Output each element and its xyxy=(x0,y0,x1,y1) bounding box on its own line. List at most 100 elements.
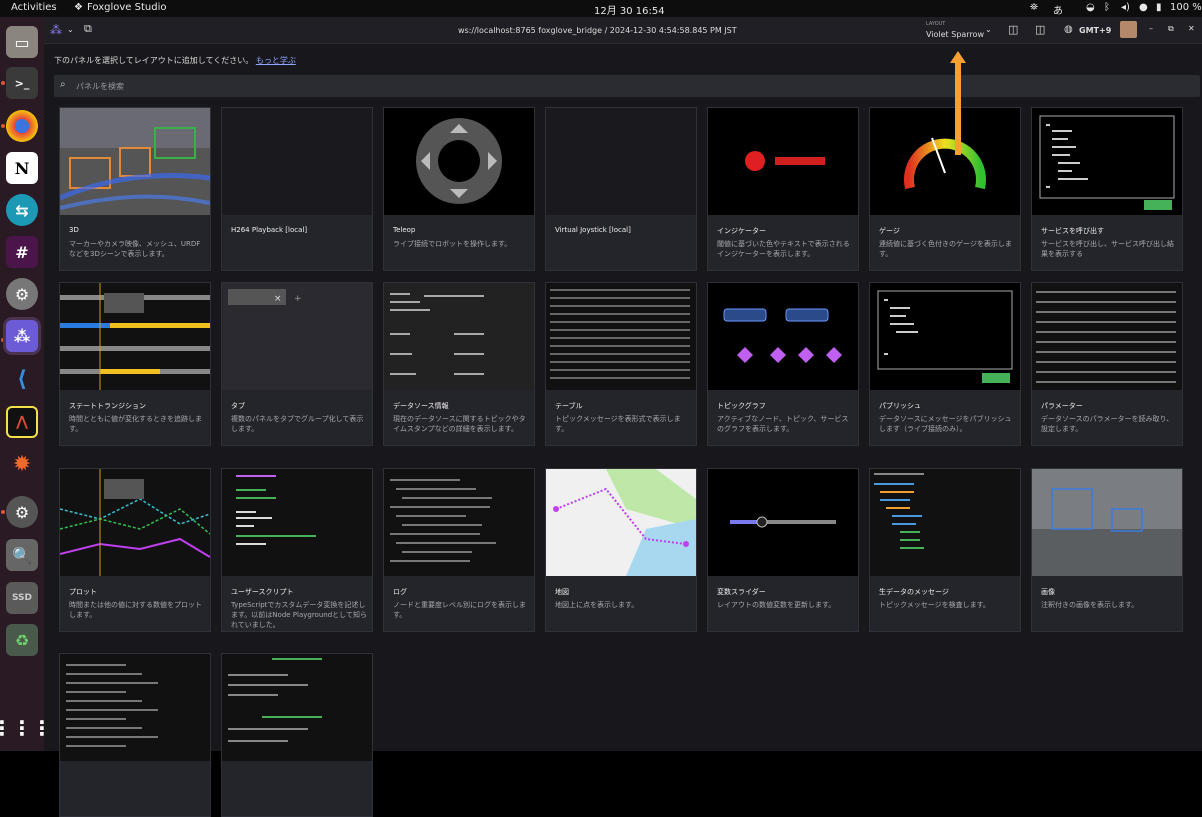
panel-card-teleop[interactable]: Teleop ライブ接続でロボットを操作します。 xyxy=(383,107,535,271)
panel-card-map[interactable]: 地図 地図上に点を表示します。 xyxy=(545,468,697,632)
panel-description: ノードと重要度レベル別にログを表示します。 xyxy=(393,601,526,619)
open-connection-icon[interactable]: ⧉ xyxy=(84,22,92,36)
panel-card-log[interactable]: ログ ノードと重要度レベル別にログを表示します。 xyxy=(383,468,535,632)
panel-title: Teleop xyxy=(393,226,416,234)
panel-description: アクティブなノード、トピック、サービスのグラフを表示します。 xyxy=(717,415,849,433)
panel-thumbnail: × + xyxy=(222,283,372,390)
volume-icon[interactable]: ◂) xyxy=(1121,2,1130,13)
bluetooth-icon[interactable]: ᛒ xyxy=(1104,2,1110,13)
panel-card-more2[interactable] xyxy=(221,653,373,817)
gear-app-icon[interactable]: ✹ xyxy=(6,448,38,480)
panel-thumbnail xyxy=(870,108,1020,215)
panel-title: ステートトランジション xyxy=(69,402,146,410)
panel-card-table[interactable]: テーブル トピックメッセージを表形式で表示します。 xyxy=(545,282,697,446)
panel-title: インジケーター xyxy=(717,227,766,235)
microphone-icon[interactable]: ● xyxy=(1139,2,1148,13)
foxglove-icon[interactable]: ⁂ xyxy=(6,320,38,352)
panel-thumbnail xyxy=(1032,108,1182,215)
panel-thumbnail xyxy=(222,469,372,576)
slack-icon[interactable]: # xyxy=(6,236,38,268)
panel-card-state[interactable]: ステートトランジション 時間とともに値が変化するときを追跡します。 xyxy=(59,282,211,446)
layout-chevron-down-icon[interactable]: ⌄ xyxy=(985,25,992,34)
show-apps-icon[interactable]: ⋮⋮⋮ xyxy=(0,712,52,744)
foxglove-logo-icon[interactable]: ⁂ xyxy=(50,23,62,37)
panel-card-image[interactable]: 画像 注釈付きの画像を表示します。 xyxy=(1031,468,1183,632)
restore-icon[interactable]: ⧉ xyxy=(1168,24,1174,34)
system-monitor-icon[interactable]: ⋀ xyxy=(6,406,38,438)
running-indicator xyxy=(1,338,5,342)
panel-title: 生データのメッセージ xyxy=(879,588,949,596)
panel-title: テーブル xyxy=(555,402,583,410)
panel-thumbnail xyxy=(60,469,210,576)
search-icon: ⌕ xyxy=(60,79,66,90)
panel-description: 連続値に基づく色付きのゲージを表示します。 xyxy=(879,240,1012,258)
panel-card-publish[interactable]: パブリッシュ データソースにメッセージをパブリッシュします（ライブ接続のみ）。 xyxy=(869,282,1021,446)
app-header: ⁂ ⌄ ⧉ ws://localhost:8765 foxglove_bridg… xyxy=(44,17,1202,44)
activities-button[interactable]: Activities xyxy=(11,2,57,13)
left-sidebar-toggle-icon[interactable]: ◫ xyxy=(1008,23,1018,36)
panel-card-joystick[interactable]: Virtual Joystick [local] xyxy=(545,107,697,271)
panel-description: 時間とともに値が変化するときを追跡します。 xyxy=(69,415,202,433)
panel-description: 現在のデータソースに関するトピックやタイムスタンプなどの詳細を表示します。 xyxy=(393,415,526,433)
wifi-icon[interactable]: ◒ xyxy=(1086,2,1095,13)
settings-wheel-icon[interactable]: ⚙ xyxy=(6,278,38,310)
chrome-icon[interactable] xyxy=(6,110,38,142)
panel-card-datasource[interactable]: データソース情報 現在のデータソースに関するトピックやタイムスタンプなどの詳細を… xyxy=(383,282,535,446)
minimize-icon[interactable]: – xyxy=(1149,24,1153,33)
panel-card-graph[interactable]: トピックグラフ アクティブなノード、トピック、サービスのグラフを表示します。 xyxy=(707,282,859,446)
vscode-icon[interactable]: ⟨ xyxy=(6,363,38,395)
trash-icon[interactable]: ♻ xyxy=(6,624,38,656)
notion-icon[interactable]: N xyxy=(6,152,38,184)
data-source-title: ws://localhost:8765 foxglove_bridge / 20… xyxy=(458,26,737,35)
clock[interactable]: 12月 30 16:54 xyxy=(594,2,665,17)
panel-search-input[interactable]: ⌕ パネルを検索 xyxy=(54,75,1200,97)
panel-description: マーカーやカメラ映像、メッシュ、URDFなどを3Dシーンで表示します。 xyxy=(69,240,201,258)
battery-icon[interactable]: ▮ xyxy=(1156,2,1162,13)
panel-thumbnail xyxy=(222,654,372,761)
panel-description: レイアウトの数値変数を更新します。 xyxy=(717,601,836,609)
panel-description: データソースにメッセージをパブリッシュします（ライブ接続のみ）。 xyxy=(879,415,1012,433)
layout-name[interactable]: Violet Sparrow xyxy=(926,30,984,39)
panel-card-indicator[interactable]: インジケーター 閾値に基づいた色やテキストで表示されるインジケーターを表示します… xyxy=(707,107,859,271)
settings-icon[interactable]: ⚙ xyxy=(6,496,38,528)
terminal-icon[interactable]: >_ xyxy=(6,67,38,99)
panel-title: トピックグラフ xyxy=(717,402,766,410)
close-icon[interactable]: ✕ xyxy=(1188,24,1195,33)
app-menu[interactable]: Foxglove Studio xyxy=(87,2,166,13)
panel-card-plot[interactable]: プロット 時間または他の値に対する数値をプロットします。 xyxy=(59,468,211,632)
files-icon[interactable]: ▭ xyxy=(6,26,38,58)
panel-card-slider[interactable]: 変数スライダー レイアウトの数値変数を更新します。 xyxy=(707,468,859,632)
globe-icon[interactable]: ◍ xyxy=(1064,24,1073,35)
panel-card-gauge[interactable]: ゲージ 連続値に基づく色付きのゲージを表示します。 xyxy=(869,107,1021,271)
foxglove-app-icon: ❖ xyxy=(74,2,83,13)
chevron-down-icon[interactable]: ⌄ xyxy=(67,25,74,34)
annotation-arrow xyxy=(950,51,966,155)
timezone-button[interactable]: GMT+9 xyxy=(1079,26,1111,35)
right-sidebar-toggle-icon[interactable]: ◫ xyxy=(1035,23,1045,36)
image-viewer-icon[interactable]: 🔍 xyxy=(6,539,38,571)
panel-card-tab[interactable]: × + タブ 複数のパネルをタブでグループ化して表示します。 xyxy=(221,282,373,446)
panel-thumbnail xyxy=(384,469,534,576)
panel-card-rawmsg[interactable]: 生データのメッセージ トピックメッセージを検査します。 xyxy=(869,468,1021,632)
svg-text:×: × xyxy=(274,294,282,304)
panel-title: ログ xyxy=(393,588,407,596)
panel-description: 閾値に基づいた色やテキストで表示されるインジケーターを表示します。 xyxy=(717,240,850,258)
learn-more-link[interactable]: もっと学ぶ xyxy=(256,56,296,65)
network-icon[interactable]: ⛯ xyxy=(1030,2,1038,13)
running-indicator xyxy=(1,81,5,85)
panel-card-service[interactable]: サービスを呼び出す サービスを呼び出し、サービス呼び出し結果を表示する xyxy=(1031,107,1183,271)
panel-card-more1[interactable] xyxy=(59,653,211,817)
hint-text: 下のパネルを選択してレイアウトに追加してください。 xyxy=(54,56,254,65)
remote-desktop-icon[interactable]: ⇆ xyxy=(6,194,38,226)
panel-card-params[interactable]: パラメーター データソースのパラメーターを読み取り、設定します。 xyxy=(1031,282,1183,446)
panel-description: ライブ接続でロボットを操作します。 xyxy=(393,240,512,248)
panel-title: ユーザースクリプト xyxy=(231,588,294,596)
panel-title: 画像 xyxy=(1041,588,1055,596)
panel-card-h264[interactable]: H264 Playback [local] xyxy=(221,107,373,271)
panel-thumbnail xyxy=(60,654,210,761)
input-method-indicator[interactable]: あ xyxy=(1053,2,1063,17)
panel-card-3d[interactable]: 3D マーカーやカメラ映像、メッシュ、URDFなどを3Dシーンで表示します。 xyxy=(59,107,211,271)
avatar[interactable] xyxy=(1120,21,1137,38)
panel-card-userscript[interactable]: ユーザースクリプト TypeScriptでカスタムデータ変換を記述します。以前は… xyxy=(221,468,373,632)
ssd-drive-icon[interactable]: SSD xyxy=(6,582,38,614)
